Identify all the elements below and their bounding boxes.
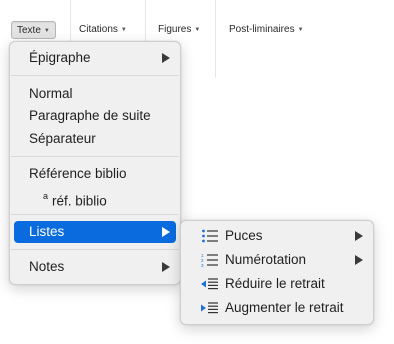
menu-separator bbox=[11, 156, 179, 157]
submenu-item-numerotation[interactable]: 1 2 3 Numérotation bbox=[181, 249, 373, 271]
tab-citations[interactable]: Citations ▼ bbox=[74, 21, 132, 39]
menu-item-listes[interactable]: Listes bbox=[14, 221, 176, 243]
tab-texte-label: Texte bbox=[17, 25, 41, 36]
menu-item-label: Référence biblio bbox=[29, 166, 127, 181]
numbered-list-icon: 1 2 3 bbox=[201, 253, 218, 267]
toolbar-divider bbox=[215, 0, 216, 78]
menu-item-label: Paragraphe de suite bbox=[29, 108, 151, 123]
texte-menu: Épigraphe Normal Paragraphe de suite Sép… bbox=[9, 41, 181, 285]
bullet-list-icon bbox=[202, 229, 218, 243]
menu-item-label: Listes bbox=[29, 224, 65, 239]
submenu-arrow-icon bbox=[162, 262, 170, 272]
chevron-down-icon: ▼ bbox=[43, 28, 50, 34]
submenu-arrow-icon bbox=[355, 231, 363, 241]
menu-item-ref-biblio[interactable]: a réf. biblio bbox=[10, 186, 180, 209]
submenu-item-reduire-le-retrait[interactable]: Réduire le retrait bbox=[181, 273, 373, 295]
menu-item-separateur[interactable]: Séparateur bbox=[10, 128, 180, 150]
menu-item-paragraphe-de-suite[interactable]: Paragraphe de suite bbox=[10, 105, 180, 127]
chevron-down-icon: ▼ bbox=[297, 27, 304, 33]
chevron-down-icon: ▼ bbox=[194, 27, 201, 33]
submenu-item-label: Réduire le retrait bbox=[225, 276, 325, 291]
submenu-item-label: Puces bbox=[225, 228, 263, 243]
menu-separator bbox=[11, 249, 179, 250]
tab-figures-label: Figures bbox=[158, 24, 192, 35]
menu-item-label: a réf. biblio bbox=[43, 186, 107, 213]
menu-item-label: Séparateur bbox=[29, 131, 96, 146]
page: Texte ▼ Citations ▼ Figures ▼ Post-liminair… bbox=[0, 0, 394, 344]
menu-item-epigraphe[interactable]: Épigraphe bbox=[10, 47, 180, 69]
submenu-item-puces[interactable]: Puces bbox=[181, 225, 373, 247]
tab-post-liminaires[interactable]: Post-liminaires ▼ bbox=[224, 21, 309, 39]
submenu-item-label: Numérotation bbox=[225, 252, 307, 267]
submenu-arrow-icon bbox=[355, 255, 363, 265]
menu-item-label: Normal bbox=[29, 86, 73, 101]
menu-item-reference-biblio[interactable]: Référence biblio bbox=[10, 163, 180, 185]
indent-icon bbox=[201, 302, 218, 314]
menu-item-notes[interactable]: Notes bbox=[10, 256, 180, 278]
tab-citations-label: Citations bbox=[79, 24, 118, 35]
menu-item-label: Épigraphe bbox=[29, 50, 91, 65]
listes-submenu: Puces 1 2 3 Numérotation Réduire le retr… bbox=[180, 220, 374, 325]
menu-item-text: réf. biblio bbox=[52, 193, 107, 209]
submenu-item-label: Augmenter le retrait bbox=[225, 300, 344, 315]
svg-text:3: 3 bbox=[201, 263, 204, 267]
menu-item-normal[interactable]: Normal bbox=[10, 83, 180, 105]
menu-separator bbox=[11, 214, 179, 215]
superscript-a: a bbox=[43, 191, 49, 201]
chevron-down-icon: ▼ bbox=[120, 27, 127, 33]
tab-texte[interactable]: Texte ▼ bbox=[11, 21, 56, 39]
tab-post-liminaires-label: Post-liminaires bbox=[229, 24, 295, 35]
menu-separator bbox=[11, 75, 179, 76]
submenu-item-augmenter-le-retrait[interactable]: Augmenter le retrait bbox=[181, 297, 373, 319]
menu-item-label: Notes bbox=[29, 259, 65, 274]
outdent-icon bbox=[201, 278, 218, 290]
submenu-arrow-icon bbox=[162, 227, 170, 237]
tab-figures[interactable]: Figures ▼ bbox=[153, 21, 205, 39]
submenu-arrow-icon bbox=[162, 53, 170, 63]
